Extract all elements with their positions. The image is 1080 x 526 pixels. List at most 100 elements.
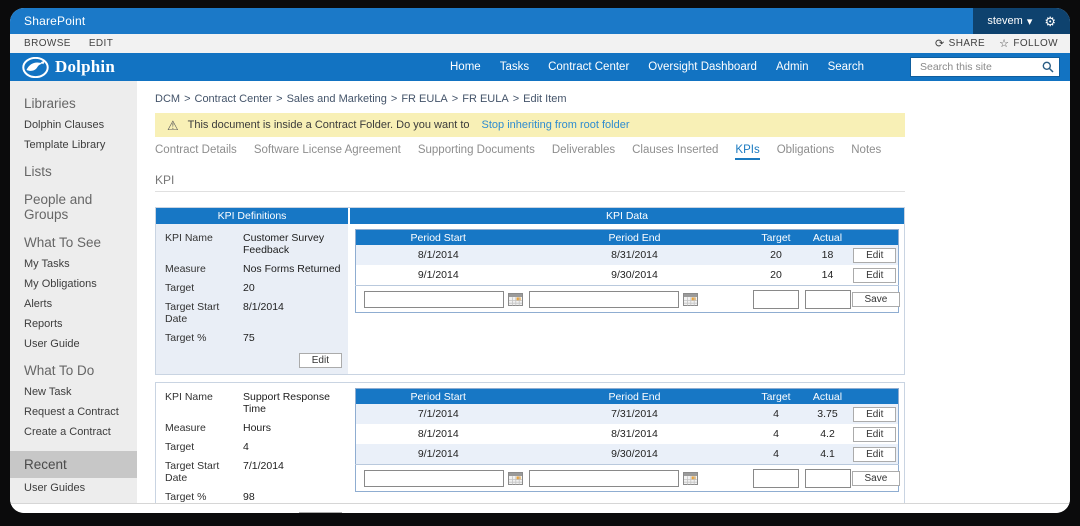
- new-actual-input[interactable]: [804, 468, 851, 488]
- definition-field-row: Measure Nos Forms Returned: [156, 260, 348, 279]
- field-label-target: Target %: [165, 491, 207, 503]
- sidebar-item-my-obligations[interactable]: My Obligations: [10, 274, 137, 294]
- site-logo[interactable]: Dolphin: [22, 56, 115, 78]
- breadcrumb-segment-fr-eula[interactable]: FR EULA: [401, 93, 447, 105]
- nav-item-tasks[interactable]: Tasks: [500, 61, 529, 73]
- field-label-target-start-date: Target Start Date: [165, 460, 220, 484]
- follow-label: FOLLOW: [1013, 38, 1058, 49]
- definition-field-row: Target Start Date 7/1/2014: [156, 457, 348, 488]
- tab-contract-details[interactable]: Contract Details: [155, 144, 237, 160]
- new-target-input[interactable]: [753, 289, 799, 309]
- date-picker-icon[interactable]: [682, 292, 698, 306]
- breadcrumb: DCM > Contract Center > Sales and Marketing >…: [155, 93, 1070, 105]
- field-value-target-start-date: 7/1/2014: [243, 460, 284, 472]
- sidebar-item-user-guide[interactable]: User Guide: [10, 334, 137, 354]
- column-header-target: Target: [748, 388, 804, 404]
- breadcrumb-segment-contract-center[interactable]: Contract Center: [195, 93, 273, 105]
- nav-item-home[interactable]: Home: [450, 61, 481, 73]
- sidebar-item-dolphin-clauses[interactable]: Dolphin Clauses: [10, 115, 137, 135]
- page-tabs: Contract Details Software License Agreeme…: [155, 144, 1070, 160]
- main-panel: DCM > Contract Center > Sales and Marketing >…: [137, 81, 1070, 513]
- new-period-end-input[interactable]: [528, 469, 679, 487]
- date-picker-icon[interactable]: [508, 292, 523, 306]
- tab-clauses-inserted[interactable]: Clauses Inserted: [632, 144, 718, 160]
- definition-field-row: KPI Name Support Response Time: [156, 388, 348, 419]
- edit-kpi-row-button[interactable]: Edit: [853, 247, 897, 263]
- sidebar-item-alerts[interactable]: Alerts: [10, 294, 137, 314]
- share-label: SHARE: [948, 38, 986, 49]
- new-period-end-input[interactable]: [528, 290, 679, 308]
- tab-supporting-documents[interactable]: Supporting Documents: [418, 144, 535, 160]
- search-input[interactable]: [918, 60, 1042, 74]
- sidebar-item-new-task[interactable]: New Task: [10, 382, 137, 402]
- user-menu[interactable]: stevem ▾: [987, 15, 1032, 28]
- new-target-input[interactable]: [753, 468, 799, 488]
- ribbon-tabs: BROWSE EDIT: [24, 38, 113, 49]
- nav-item-search[interactable]: Search: [828, 61, 864, 73]
- nav-item-admin[interactable]: Admin: [776, 61, 809, 73]
- edit-kpi-row-button[interactable]: Edit: [853, 426, 897, 442]
- row-actions-cell: Edit: [852, 265, 899, 286]
- field-label-measure: Measure: [165, 263, 206, 275]
- kpi-data-row: 7/1/2014 7/31/2014 4 3.75 Edit: [355, 404, 899, 424]
- ribbon-tab-browse[interactable]: BROWSE: [24, 38, 71, 49]
- follow-button[interactable]: ☆ FOLLOW: [999, 37, 1058, 50]
- gear-icon[interactable]: ⚙: [1044, 15, 1056, 28]
- sidebar-item-template-library[interactable]: Template Library: [10, 135, 137, 155]
- share-button[interactable]: ⟳ SHARE: [935, 37, 985, 50]
- nav-item-contract-center[interactable]: Contract Center: [548, 61, 629, 73]
- new-actual-input[interactable]: [804, 289, 851, 309]
- edit-kpi-row-button[interactable]: Edit: [853, 267, 897, 283]
- nav-item-oversight-dashboard[interactable]: Oversight Dashboard: [648, 61, 757, 73]
- new-period-end-cell: [520, 285, 749, 313]
- field-value-kpi-name: Support Response Time: [243, 391, 330, 415]
- tab-notes[interactable]: Notes: [851, 144, 881, 160]
- new-period-start-cell: [355, 285, 523, 313]
- stop-inheriting-link[interactable]: Stop inheriting from root folder: [482, 119, 630, 131]
- field-value-target: 98: [243, 491, 255, 503]
- tab-kpis[interactable]: KPIs: [735, 144, 760, 160]
- date-picker-icon[interactable]: [508, 471, 523, 485]
- new-period-start-input[interactable]: [364, 290, 504, 308]
- field-label-measure: Measure: [165, 422, 206, 434]
- row-actions-cell: Edit: [852, 424, 899, 444]
- field-label-target: Target %: [165, 332, 207, 344]
- edit-kpi-definition-button[interactable]: Edit: [298, 512, 342, 513]
- breadcrumb-segment-sales-and-marketing[interactable]: Sales and Marketing: [287, 93, 387, 105]
- kpi-table-header-row: Period Start Period End Target Actual: [355, 388, 899, 404]
- sidebar-item-create-a-contract[interactable]: Create a Contract: [10, 422, 137, 442]
- sidebar-item-my-tasks[interactable]: My Tasks: [10, 254, 137, 274]
- breadcrumb-separator: >: [184, 93, 191, 105]
- breadcrumb-segment-fr-eula[interactable]: FR EULA: [462, 93, 508, 105]
- edit-kpi-row-button[interactable]: Edit: [853, 406, 897, 422]
- target-cell: 4: [748, 444, 804, 465]
- save-kpi-row-button[interactable]: Save: [851, 291, 901, 307]
- tab-software-license-agreement[interactable]: Software License Agreement: [254, 144, 401, 160]
- search-icon[interactable]: [1042, 61, 1054, 73]
- field-value-target: 4: [243, 441, 249, 453]
- date-picker-icon[interactable]: [682, 471, 698, 485]
- sidebar-item-people-and-groups[interactable]: People and Groups: [10, 183, 137, 226]
- new-target-cell: [748, 285, 804, 313]
- field-value-target: 20: [243, 282, 255, 294]
- ribbon-tab-edit[interactable]: EDIT: [89, 38, 113, 49]
- sidebar-item-reports[interactable]: Reports: [10, 314, 137, 334]
- sidebar-item-libraries[interactable]: Libraries: [10, 87, 137, 115]
- tab-deliverables[interactable]: Deliverables: [552, 144, 615, 160]
- column-header-target: Target: [748, 229, 804, 245]
- sidebar-item-user-guides[interactable]: User Guides: [10, 478, 137, 498]
- definition-field-row: Target % 98: [156, 488, 348, 507]
- period-start-cell: 9/1/2014: [417, 269, 459, 281]
- sidebar-item-lists[interactable]: Lists: [10, 155, 137, 183]
- sidebar-item-request-a-contract[interactable]: Request a Contract: [10, 402, 137, 422]
- save-kpi-row-button[interactable]: Save: [851, 470, 901, 486]
- kpi-data-row: 9/1/2014 9/30/2014 20 14 Edit: [356, 265, 899, 286]
- suite-bar: SharePoint stevem ▾ ⚙: [10, 8, 1070, 34]
- breadcrumb-segment-dcm[interactable]: DCM: [155, 93, 180, 105]
- edit-kpi-row-button[interactable]: Edit: [853, 446, 897, 462]
- new-period-start-input[interactable]: [364, 469, 504, 487]
- edit-kpi-definition-button[interactable]: Edit: [298, 353, 342, 368]
- breadcrumb-separator: >: [451, 93, 459, 105]
- warning-icon: ⚠: [167, 117, 179, 133]
- tab-obligations[interactable]: Obligations: [777, 144, 835, 160]
